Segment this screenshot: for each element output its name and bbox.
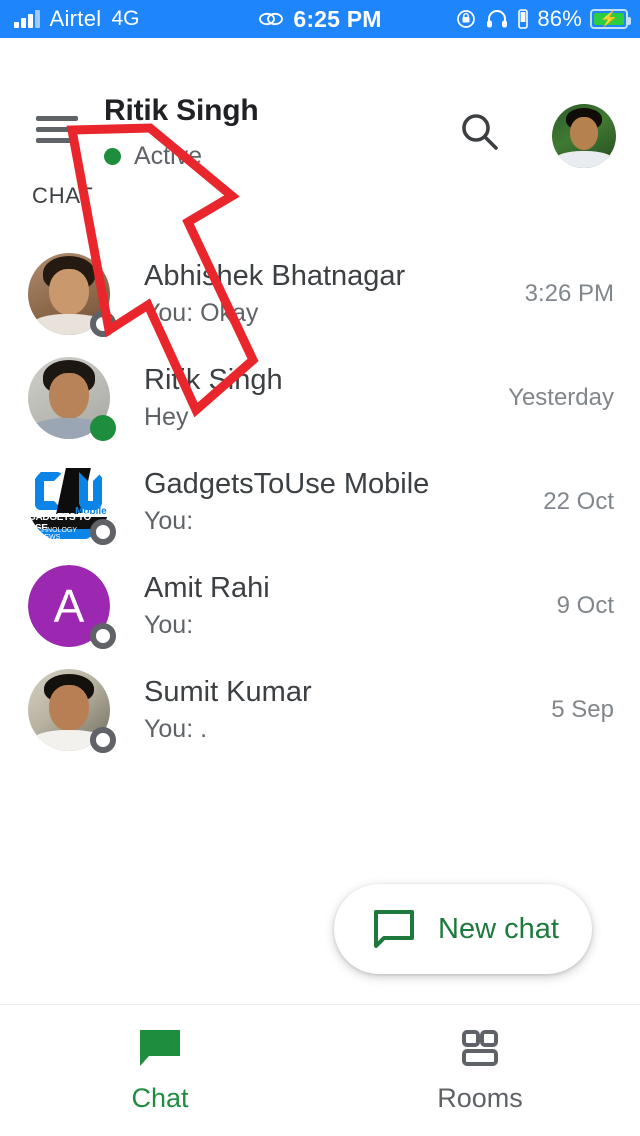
new-chat-label: New chat: [438, 912, 559, 945]
row-body: Abhishek Bhatnagar You: Okay: [144, 260, 525, 328]
tab-rooms-label: Rooms: [437, 1083, 523, 1113]
chat-timestamp: Yesterday: [508, 384, 614, 411]
presence-dot-icon: [104, 148, 121, 165]
battery-percent: 86%: [537, 6, 582, 31]
status-badge: [90, 623, 116, 649]
status-badge: [90, 519, 116, 545]
app-root: Airtel 4G 6:25 PM 86% ⚡ Ritik Singh Acti…: [0, 0, 640, 1136]
chat-snippet: You:: [144, 611, 194, 640]
chat-snippet: You: .: [144, 715, 208, 744]
chat-timestamp: 3:26 PM: [524, 280, 614, 307]
chat-timestamp: 5 Sep: [551, 696, 614, 723]
avatar[interactable]: [552, 104, 616, 168]
chat-name: Abhishek Bhatnagar: [144, 259, 406, 292]
table-row[interactable]: Abhishek Bhatnagar You: Okay 3:26 PM: [0, 242, 640, 346]
table-row[interactable]: Sumit Kumar You: . 5 Sep: [0, 658, 640, 762]
status-badge: [90, 415, 116, 441]
chat-timestamp: 22 Oct: [543, 488, 614, 515]
hamburger-menu-icon[interactable]: [36, 116, 78, 143]
table-row[interactable]: Mobile GADGETS TO USE TECHNOLOGY REVIEWS…: [0, 450, 640, 554]
battery-charging-icon: ⚡: [590, 9, 631, 29]
new-chat-button[interactable]: New chat: [334, 884, 592, 974]
tab-rooms[interactable]: Rooms: [320, 1005, 640, 1136]
vibrate-icon: [518, 9, 529, 29]
row-avatar: [28, 253, 116, 337]
row-body: GadgetsToUse Mobile You:: [144, 468, 543, 536]
row-body: Sumit Kumar You: .: [144, 676, 551, 744]
search-icon[interactable]: [458, 110, 502, 154]
rooms-grid-icon: [462, 1030, 498, 1066]
status-bar: Airtel 4G 6:25 PM 86% ⚡: [0, 0, 640, 38]
row-avatar: [28, 669, 116, 753]
chat-name: GadgetsToUse Mobile: [144, 467, 430, 500]
headphones-icon: [487, 10, 508, 28]
status-badge: [90, 727, 116, 753]
chat-name: Ritik Singh: [144, 363, 283, 396]
rotation-lock-icon: [457, 10, 476, 28]
page-title: Ritik Singh: [104, 94, 259, 127]
tab-chat[interactable]: Chat: [0, 1005, 320, 1136]
row-body: Amit Rahi You:: [144, 572, 557, 640]
chat-bubble-outline-icon: [374, 910, 414, 948]
link-icon: [259, 12, 284, 26]
chat-list: Abhishek Bhatnagar You: Okay 3:26 PM Rit…: [0, 242, 640, 762]
row-avatar: A: [28, 565, 116, 649]
chat-name: Sumit Kumar: [144, 675, 312, 708]
presence-status: Active: [104, 142, 202, 171]
presence-label: Active: [134, 142, 203, 170]
table-row[interactable]: Ritik Singh Hey Yesterday: [0, 346, 640, 450]
row-avatar: [28, 357, 116, 441]
tab-chat-label: Chat: [131, 1083, 189, 1113]
bottom-navigation: Chat Rooms: [0, 1004, 640, 1136]
status-bar-time: 6:25 PM: [293, 5, 382, 32]
chat-name: Amit Rahi: [144, 571, 270, 604]
row-avatar: Mobile GADGETS TO USE TECHNOLOGY REVIEWS: [28, 461, 116, 545]
section-label-chat: CHAT: [32, 183, 94, 208]
chat-bubble-filled-icon: [140, 1030, 180, 1066]
row-body: Ritik Singh Hey: [144, 364, 508, 432]
status-bar-right: 86% ⚡: [455, 6, 631, 32]
chat-snippet: You:: [144, 507, 194, 536]
chat-snippet: Hey: [144, 403, 189, 432]
table-row[interactable]: A Amit Rahi You: 9 Oct: [0, 554, 640, 658]
chat-timestamp: 9 Oct: [556, 592, 614, 619]
chat-snippet: You: Okay: [144, 299, 259, 328]
app-header: Ritik Singh Active: [0, 38, 640, 170]
status-badge: [90, 311, 116, 337]
